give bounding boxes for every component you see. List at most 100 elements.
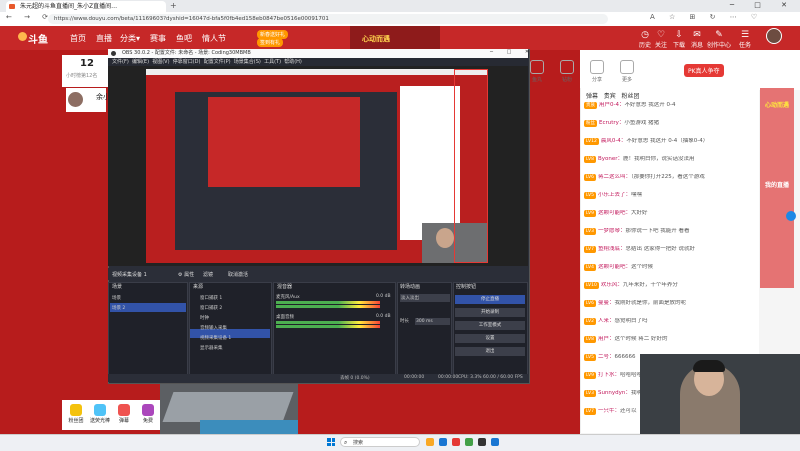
chat-text: 九年来好，十个年养分	[622, 282, 678, 288]
file-explorer-icon[interactable]	[426, 438, 434, 446]
side-icon-label: 更多	[621, 77, 632, 83]
douyu-logo-icon	[18, 32, 27, 41]
chat-nick[interactable]: 小乐上去了：	[598, 192, 631, 198]
duration-input[interactable]: 300 ms	[415, 318, 450, 325]
menu-file[interactable]: 文件(F)	[112, 59, 129, 65]
browser-tab[interactable]: 朱元超的斗鱼直播间_朱小Z直播间…	[6, 1, 166, 12]
filters-button[interactable]: 滤镜	[203, 271, 213, 278]
chat-tabs[interactable]: 弹幕 贵宾 粉丝团	[586, 91, 640, 100]
more-button[interactable]: 更多	[616, 60, 638, 83]
source-item[interactable]: 时钟	[200, 315, 209, 321]
fan-badge: LV9	[584, 210, 596, 217]
chat-nick[interactable]: 蒋二这么叫：	[598, 174, 631, 180]
exit-button[interactable]: 退出	[455, 347, 525, 356]
source-selection-box[interactable]	[454, 69, 488, 263]
menu-dock[interactable]: 停靠窗口(D)	[173, 59, 201, 65]
stop-streaming-button[interactable]: 停止直播	[455, 295, 525, 304]
obs-title[interactable]: OBS 30.0.2 - 配置文件: 未命名 - 场景: Coding30MBM…	[108, 49, 528, 58]
menu-tools[interactable]: 工具(T)	[264, 59, 281, 65]
properties-button[interactable]: ⚙ 属性	[178, 271, 194, 278]
source-item[interactable]: 视频采集设备 1	[200, 335, 231, 341]
diamond-fan-button[interactable]: 钻粉	[556, 60, 578, 83]
new-tab-button[interactable]: +	[170, 1, 177, 10]
studio-mode-button[interactable]: 工作室模式	[455, 321, 525, 330]
nav-yuba[interactable]: 鱼吧	[176, 33, 192, 44]
chat-nick[interactable]: 鱼翔浅底：	[598, 246, 626, 252]
scene-item[interactable]: 场景 2	[112, 305, 125, 311]
chat-message: LV8 Byoner：鹿！我明白你，说实话没法用	[584, 156, 754, 163]
menu-profile[interactable]: 配置文件(P)	[204, 59, 231, 65]
share-button[interactable]: 分享	[586, 60, 608, 83]
menu-view[interactable]: 视图(V)	[152, 59, 169, 65]
gift-item[interactable]: 弹幕	[114, 404, 134, 424]
taskbar-search[interactable]: 搜索	[340, 437, 420, 447]
settings-button[interactable]: 设置	[455, 334, 525, 343]
nav-home[interactable]: 首页	[70, 33, 86, 44]
app-icon[interactable]	[452, 438, 460, 446]
start-recording-button[interactable]: 开始录制	[455, 308, 525, 317]
chat-nick[interactable]: 用户：	[598, 336, 615, 342]
streamer-avatar[interactable]	[68, 92, 83, 107]
fan-badge: LV6	[584, 174, 596, 181]
source-item[interactable]: 窗口捕获 1	[200, 295, 222, 301]
menu-scene-collection[interactable]: 场景集合(S)	[234, 59, 261, 65]
chat-nick[interactable]: 这颗可能吧：	[598, 264, 631, 270]
chat-nick[interactable]: 二号：	[598, 354, 615, 360]
chat-nick[interactable]: 这颗可能吧：	[598, 210, 631, 216]
chat-nick[interactable]: 人来：	[598, 318, 615, 324]
browser-toolbar-icons[interactable]: A ☆ ⊞ ↻ ⋯ ♡	[650, 13, 763, 21]
menu-edit[interactable]: 编辑(E)	[132, 59, 149, 65]
chat-nick[interactable]: Byoner：	[598, 156, 623, 162]
app-icon[interactable]	[465, 438, 473, 446]
tab-fans[interactable]: 粉丝团	[622, 93, 640, 100]
tasks-button[interactable]: ☰ 任务	[732, 30, 758, 49]
nav-category[interactable]: 分类▾	[120, 33, 140, 44]
tab-vip[interactable]: 贵宾	[604, 93, 616, 100]
source-item[interactable]: 窗口捕获 2	[200, 305, 222, 311]
user-avatar[interactable]	[766, 28, 782, 44]
dropped-frames: 丢帧 0 (0.0%)	[340, 376, 370, 381]
fan-badge: LV12	[584, 138, 599, 145]
chat-nick[interactable]: 打下水：	[598, 372, 620, 378]
obs-window-controls[interactable]: ─ □ ✕	[490, 49, 535, 55]
menu-help[interactable]: 帮助(H)	[284, 59, 302, 65]
nav-badge-checkin[interactable]: 签到有礼	[257, 38, 284, 47]
chat-nick[interactable]: 用户0-4：	[599, 102, 624, 108]
transition-select[interactable]: 淡入淡出	[400, 294, 450, 302]
chat-nick[interactable]: Ecrutry：	[599, 120, 624, 126]
obs-taskbar-icon[interactable]	[478, 438, 486, 446]
source-item[interactable]: 显示器采集	[200, 345, 223, 351]
float-action-button[interactable]	[786, 211, 796, 221]
app-icon[interactable]	[491, 438, 499, 446]
chat-nick[interactable]: 一梦愿琴：	[598, 228, 626, 234]
chat-text: 大好好	[630, 210, 648, 216]
source-item[interactable]: 音频输入采集	[200, 325, 227, 331]
gift-item[interactable]: 免费	[138, 404, 158, 424]
message-label: 消息	[690, 42, 703, 49]
gift-item[interactable]: 粉丝团	[66, 404, 86, 424]
pk-badge[interactable]: PK真人争夺	[684, 64, 724, 77]
creator-center-button[interactable]: ✎ 创作中心	[706, 30, 732, 49]
windows-start-icon[interactable]	[327, 438, 335, 446]
chat-nick[interactable]: 晨风0-4：	[601, 138, 626, 144]
nav-events[interactable]: 赛事	[150, 33, 166, 44]
chat-text: 嘿嘿	[630, 192, 642, 198]
deactivate-button[interactable]: 取消激活	[228, 271, 248, 278]
chat-message: LV7 鱼翔浅底：总结出 这家得一把好 说就好	[584, 246, 754, 253]
nav-buttons[interactable]: ← → ⟳	[6, 13, 53, 21]
nav-valentine[interactable]: 情人节	[202, 33, 226, 44]
tab-danmu[interactable]: 弹幕	[586, 93, 598, 100]
chat-nick[interactable]: 曼曼：	[598, 300, 615, 306]
window-controls[interactable]: ─ □ ✕	[730, 1, 796, 9]
gift-item[interactable]: 送荧光棒	[90, 404, 110, 424]
chat-nick[interactable]: 欢乐风：	[601, 282, 623, 288]
nav-live[interactable]: 直播	[96, 33, 112, 44]
chat-nick[interactable]: 一只牛：	[598, 408, 620, 414]
url-input[interactable]: https://www.douyu.com/beta/11169603?dysh…	[48, 14, 608, 24]
mixer-channel-name: 桌面音频	[276, 315, 294, 320]
chat-nick[interactable]: Sunnydyn：	[598, 390, 631, 396]
chat-text: 感觉明白了吗	[614, 318, 648, 324]
site-logo[interactable]: 斗鱼	[28, 31, 48, 46]
scene-item[interactable]: 场景	[112, 295, 121, 301]
edge-icon[interactable]	[439, 438, 447, 446]
